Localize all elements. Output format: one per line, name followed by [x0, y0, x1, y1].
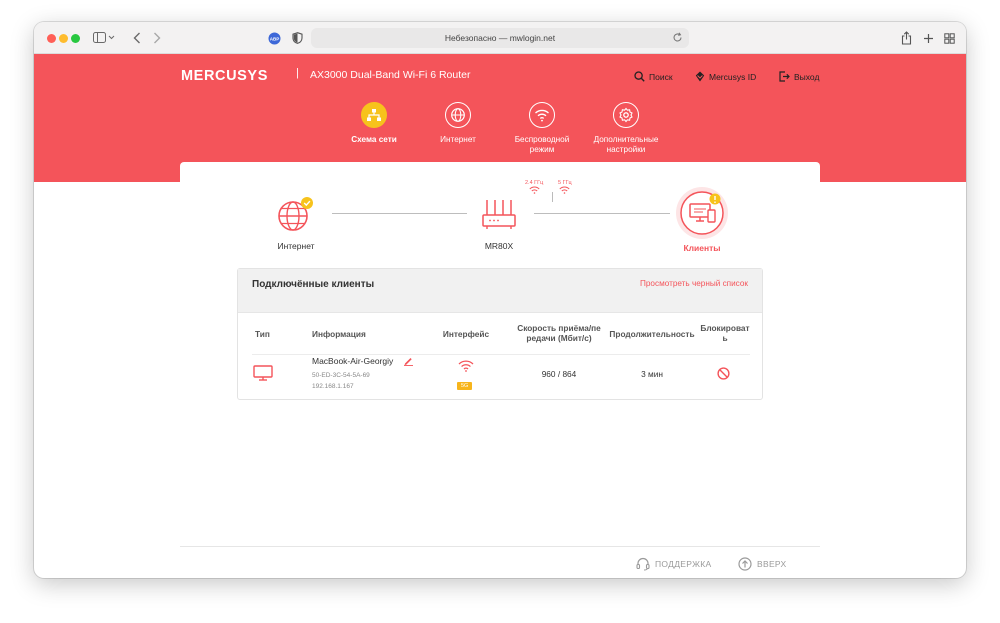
connected-clients-panel: Подключённые клиенты Просмотреть черный … — [237, 268, 763, 400]
minimize-window-button[interactable] — [59, 34, 68, 43]
nav-internet-label: Интернет — [440, 135, 476, 144]
back-to-top-link[interactable]: ВВЕРХ — [738, 557, 786, 571]
adblock-extension-badge: ABP — [269, 36, 279, 41]
nav-advanced-label: Дополнительные настройки — [593, 135, 659, 154]
search-icon — [634, 71, 645, 82]
arrow-up-circle-icon — [738, 557, 752, 571]
client-ip: 192.168.1.167 — [312, 383, 354, 390]
address-bar[interactable]: Небезопасно — mwlogin.net — [311, 28, 689, 48]
topology-internet[interactable]: Интернет — [260, 195, 332, 251]
logout-link[interactable]: Выход — [779, 71, 819, 82]
privacy-shield-icon[interactable] — [290, 29, 304, 47]
band-5g-badge-text: 5G — [457, 382, 473, 390]
wifi-24ghz-icon — [529, 186, 540, 194]
column-header-block: Блокироват ь — [700, 323, 750, 343]
browser-toolbar: ABP Небезопасно — mwlogin.net — [34, 22, 966, 54]
headset-icon — [636, 557, 650, 571]
nav-internet[interactable]: Интернет — [413, 102, 503, 145]
gear-icon — [613, 102, 639, 128]
network-map-icon — [361, 102, 387, 128]
nav-advanced[interactable]: Дополнительные настройки — [581, 102, 671, 155]
browser-window: ABP Небезопасно — mwlogin.net MERCUSYS |… — [34, 22, 966, 578]
back-icon[interactable] — [130, 29, 144, 47]
adblock-extension-icon[interactable]: ABP — [267, 29, 281, 47]
support-label: ПОДДЕРЖКА — [655, 559, 712, 569]
column-header-interface: Интерфейс — [442, 329, 490, 339]
close-window-button[interactable] — [47, 34, 56, 43]
panel-header: Подключённые клиенты Просмотреть черный … — [238, 269, 762, 313]
zoom-window-button[interactable] — [71, 34, 80, 43]
router-model-title: AX3000 Dual-Band Wi-Fi 6 Router — [310, 69, 471, 81]
topology-clients-label: Клиенты — [683, 243, 721, 253]
router-icon — [482, 200, 516, 229]
search-label: Поиск — [649, 71, 673, 82]
device-type-computer-icon — [253, 365, 273, 383]
nav-network-map-label: Схема сети — [351, 135, 397, 144]
column-header-duration: Продолжительность — [609, 329, 695, 339]
column-header-speed: Скорость приёма/пе редачи (Мбит/с) — [517, 323, 601, 343]
panel-title: Подключённые клиенты — [252, 279, 375, 290]
mercusys-id-icon — [695, 71, 705, 82]
address-text: Небезопасно — mwlogin.net — [444, 33, 556, 43]
new-tab-icon[interactable] — [921, 29, 935, 47]
client-wifi-icon — [458, 360, 474, 374]
block-client-icon[interactable] — [717, 367, 730, 382]
back-to-top-label: ВВЕРХ — [757, 559, 787, 569]
edit-name-icon[interactable] — [403, 355, 414, 368]
topology-link-internet — [332, 213, 467, 214]
topology-link-clients — [534, 213, 670, 214]
logout-label: Выход — [794, 71, 820, 82]
header-divider — [252, 354, 750, 355]
globe-icon — [445, 102, 471, 128]
forward-icon[interactable] — [150, 29, 164, 47]
client-mac: 50-ED-3C-54-5A-69 — [312, 372, 370, 379]
wifi-icon — [529, 102, 555, 128]
share-icon[interactable] — [899, 29, 913, 47]
column-header-type: Тип — [255, 329, 270, 339]
search-link[interactable]: Поиск — [634, 71, 673, 82]
reload-icon[interactable] — [672, 32, 683, 45]
topology-internet-label: Интернет — [277, 241, 315, 251]
nav-network-map[interactable]: Схема сети — [329, 102, 419, 145]
band-5ghz: 5 ГГц — [558, 180, 572, 194]
sidebar-toggle-icon[interactable] — [92, 29, 116, 47]
band-divider — [552, 192, 553, 202]
support-link[interactable]: ПОДДЕРЖКА — [636, 557, 711, 571]
view-blacklist-link[interactable]: Просмотреть черный список — [640, 279, 748, 288]
nav-wireless[interactable]: Беспроводной режим — [497, 102, 587, 155]
client-name: MacBook-Air-Georgiy — [312, 356, 394, 366]
wifi-5ghz-icon — [559, 186, 570, 194]
internet-globe-icon — [278, 197, 313, 231]
band-5g-badge: 5G — [457, 379, 473, 390]
band-24ghz: 2.4 ГГц — [525, 180, 543, 194]
column-header-info: Информация — [312, 329, 366, 339]
brand-separator: | — [296, 67, 299, 79]
page-footer: ПОДДЕРЖКА ВВЕРХ — [180, 546, 820, 578]
topology-router-label: MR80X — [484, 241, 514, 251]
mercusys-id-label: Mercusys ID — [709, 71, 757, 82]
client-speed: 960 / 864 — [541, 369, 577, 379]
main-card: Интернет 2.4 ГГц 5 ГГц MR80X Клиенты Под… — [180, 162, 820, 578]
topology-router[interactable]: MR80X — [468, 195, 530, 251]
client-duration: 3 мин — [641, 369, 663, 379]
mercusys-id-link[interactable]: Mercusys ID — [695, 71, 756, 82]
topology-clients[interactable]: Клиенты — [670, 185, 734, 253]
brand-logo[interactable]: MERCUSYS — [181, 68, 268, 84]
logout-icon — [779, 71, 790, 82]
clients-devices-icon — [676, 187, 728, 239]
nav-wireless-label: Беспроводной режим — [514, 135, 570, 154]
tab-overview-icon[interactable] — [942, 29, 956, 47]
